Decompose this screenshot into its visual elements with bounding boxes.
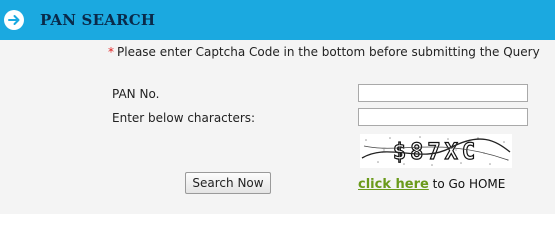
pan-number-input[interactable] bbox=[358, 84, 528, 102]
captcha-image: $87XC bbox=[360, 134, 512, 168]
home-link[interactable]: click here bbox=[358, 177, 429, 192]
home-link-suffix: to Go HOME bbox=[432, 177, 506, 191]
captcha-label: Enter below characters: bbox=[112, 111, 256, 125]
search-now-button[interactable]: Search Now bbox=[185, 172, 271, 194]
home-link-line: click here to Go HOME bbox=[358, 175, 505, 194]
captcha-notice: * Please enter Captcha Code in the bottom… bbox=[108, 42, 540, 62]
pan-search-panel: PAN SEARCH * Please enter Captcha Code in… bbox=[0, 0, 555, 214]
page-title: PAN SEARCH bbox=[40, 11, 156, 29]
pan-number-label: PAN No. bbox=[112, 87, 160, 101]
panel-header: PAN SEARCH bbox=[0, 0, 555, 40]
notice-text: Please enter Captcha Code in the bottom … bbox=[117, 45, 540, 59]
captcha-input[interactable] bbox=[358, 108, 528, 126]
arrow-right-circle-icon bbox=[4, 10, 24, 30]
required-mark: * bbox=[108, 45, 114, 59]
